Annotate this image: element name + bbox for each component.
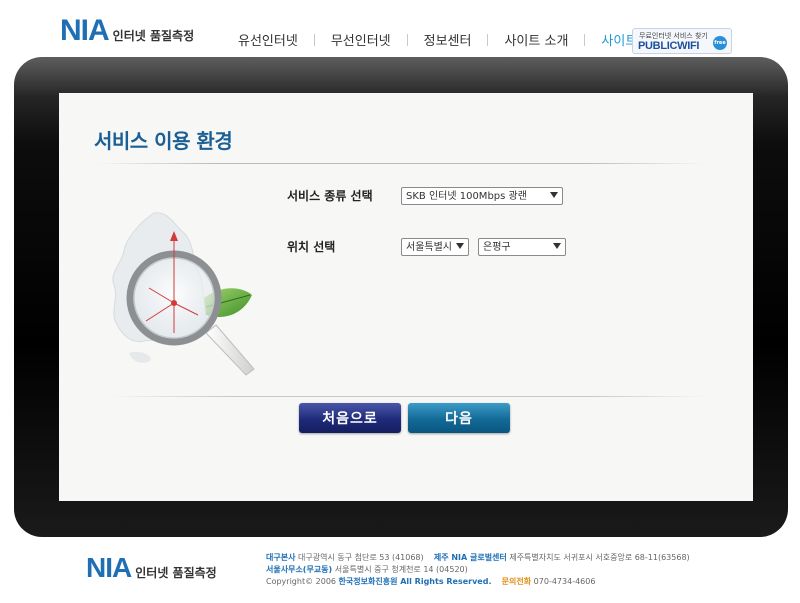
service-type-select[interactable]: SKB 인터넷 100Mbps 광랜 <box>401 187 563 205</box>
next-button[interactable]: 다음 <box>408 403 510 433</box>
location-district-select[interactable]: 은평구 <box>478 238 566 256</box>
main-nav: 유선인터넷 무선인터넷 정보센터 사이트 소개 사이트맵 <box>222 30 665 49</box>
footer-logo-mark: NIA <box>86 552 132 583</box>
footer-logo-text: 인터넷 품질측정 <box>135 566 217 580</box>
service-environment-panel: 서비스 이용 환경 서비스 종류 선택 SKB 인터넷 100Mbps 광랜 위… <box>59 93 753 501</box>
jeju-label: 제주 NIA 글로벌센터 <box>433 553 507 562</box>
jeju-address: 제주특별자치도 서귀포시 서호중앙로 68-11(63568) <box>509 553 690 562</box>
nav-item-wired[interactable]: 유선인터넷 <box>222 30 314 49</box>
nav-item-about[interactable]: 사이트 소개 <box>488 30 584 49</box>
divider <box>94 163 706 164</box>
chevron-down-icon <box>553 243 561 249</box>
tablet-frame: 서비스 이용 환경 서비스 종류 선택 SKB 인터넷 100Mbps 광랜 위… <box>14 57 788 537</box>
location-city-value: 서울특별시 <box>406 242 452 253</box>
seoul-address: 서울특별시 중구 청계천로 14 (04520) <box>334 565 468 574</box>
copyright-prefix: Copyright© 2006 <box>266 577 336 586</box>
divider <box>109 396 709 397</box>
phone-number: 070-4734-4606 <box>533 577 596 586</box>
go-to-start-button[interactable]: 처음으로 <box>299 403 401 433</box>
seoul-label: 서울사무소(무교동) <box>266 565 333 574</box>
nav-item-wireless[interactable]: 무선인터넷 <box>315 30 407 49</box>
public-wifi-title: PUBLICWIFI <box>638 40 700 52</box>
chevron-down-icon <box>550 192 558 198</box>
free-badge: free <box>713 36 727 50</box>
hq-address: 대구광역시 동구 첨단로 53 (41068) <box>298 553 424 562</box>
page-title: 서비스 이용 환경 <box>94 129 233 153</box>
footer: NIA 인터넷 품질측정 대구본사 대구광역시 동구 첨단로 53 (41068… <box>0 540 800 603</box>
logo-mark: NIA <box>60 14 110 47</box>
hq-label: 대구본사 <box>266 553 296 562</box>
service-type-value: SKB 인터넷 100Mbps 광랜 <box>406 191 527 202</box>
location-district-value: 은평구 <box>483 242 511 253</box>
service-type-label: 서비스 종류 선택 <box>287 189 373 203</box>
footer-logo: NIA 인터넷 품질측정 <box>86 552 217 584</box>
chevron-down-icon <box>456 243 464 249</box>
copyright-org: 한국정보화진흥원 All Rights Reserved. <box>338 577 492 586</box>
magnifier-map-illustration <box>112 212 255 376</box>
location-city-select[interactable]: 서울특별시 <box>401 238 469 256</box>
header: NIA 인터넷 품질측정 유선인터넷 무선인터넷 정보센터 사이트 소개 사이트… <box>0 0 800 60</box>
location-label: 위치 선택 <box>287 240 336 254</box>
phone-label: 문의전화 <box>501 577 532 586</box>
public-wifi-banner[interactable]: 무료인터넷 서비스 찾기 PUBLICWIFI free <box>632 28 732 54</box>
footer-contact-info: 대구본사 대구광역시 동구 첨단로 53 (41068) 제주 NIA 글로벌센… <box>266 552 690 588</box>
nav-item-info-center[interactable]: 정보센터 <box>408 30 488 49</box>
logo-text: 인터넷 품질측정 <box>112 29 195 43</box>
nia-logo[interactable]: NIA 인터넷 품질측정 <box>60 14 194 48</box>
